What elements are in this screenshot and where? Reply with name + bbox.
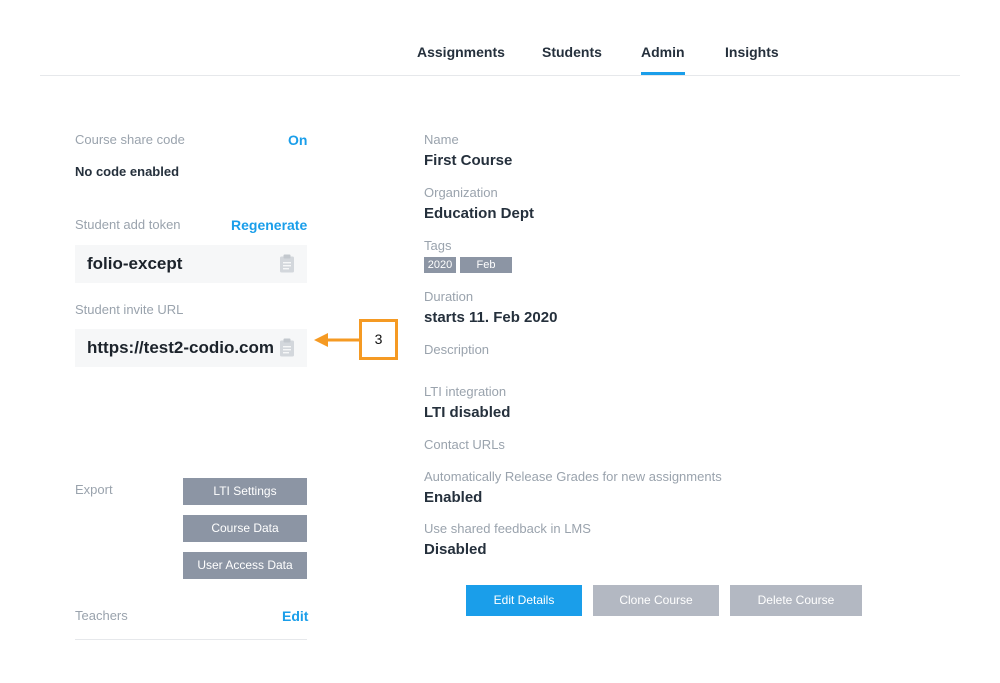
lti-integration-value: LTI disabled <box>424 404 511 421</box>
share-code-status: No code enabled <box>75 164 180 179</box>
edit-details-button[interactable]: Edit Details <box>466 585 582 616</box>
delete-course-button[interactable]: Delete Course <box>730 585 862 616</box>
duration-value: starts 11. Feb 2020 <box>424 309 558 326</box>
tab-insights[interactable]: Insights <box>725 44 779 60</box>
regenerate-token-link[interactable]: Regenerate <box>231 217 307 233</box>
course-data-button[interactable]: Course Data <box>183 515 307 542</box>
tabs-divider <box>40 75 960 76</box>
add-token-value: folio-except <box>87 254 183 273</box>
share-code-toggle[interactable]: On <box>288 132 307 148</box>
clone-course-button[interactable]: Clone Course <box>593 585 719 616</box>
add-token-field: folio-except <box>75 245 307 283</box>
name-label: Name <box>424 132 459 147</box>
teachers-divider <box>75 639 307 640</box>
user-access-data-button[interactable]: User Access Data <box>183 552 307 579</box>
contact-urls-label: Contact URLs <box>424 437 505 452</box>
tag-badge: Feb <box>460 257 512 273</box>
tab-admin[interactable]: Admin <box>641 44 685 75</box>
lti-integration-label: LTI integration <box>424 384 507 399</box>
teachers-label: Teachers <box>75 608 128 623</box>
description-label: Description <box>424 342 490 357</box>
lti-settings-button[interactable]: LTI Settings <box>183 478 307 505</box>
duration-label: Duration <box>424 289 474 304</box>
clipboard-icon[interactable] <box>279 338 295 357</box>
annotation-arrow-icon <box>314 333 360 347</box>
shared-feedback-label: Use shared feedback in LMS <box>424 521 591 536</box>
invite-url-label: Student invite URL <box>75 302 184 317</box>
tags-label: Tags <box>424 238 452 253</box>
shared-feedback-value: Disabled <box>424 541 487 558</box>
add-token-label: Student add token <box>75 217 181 232</box>
share-code-label: Course share code <box>75 132 185 147</box>
tab-assignments[interactable]: Assignments <box>417 44 505 60</box>
auto-release-label: Automatically Release Grades for new ass… <box>424 469 722 484</box>
export-label: Export <box>75 482 113 497</box>
invite-url-field: https://test2-codio.com/ <box>75 329 307 367</box>
clipboard-icon[interactable] <box>279 254 295 273</box>
tag-badge: 2020 <box>424 257 456 273</box>
invite-url-value: https://test2-codio.com/ <box>87 338 273 357</box>
organization-value: Education Dept <box>424 205 535 222</box>
auto-release-value: Enabled <box>424 489 483 506</box>
organization-label: Organization <box>424 185 498 200</box>
edit-teachers-link[interactable]: Edit <box>282 608 308 624</box>
tab-students[interactable]: Students <box>542 44 602 60</box>
annotation-callout: 3 <box>359 319 398 360</box>
course-name: First Course <box>424 152 513 169</box>
